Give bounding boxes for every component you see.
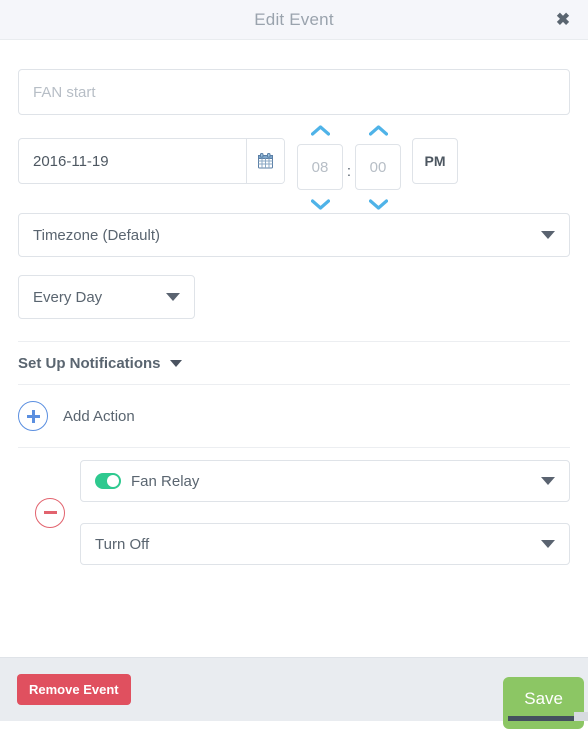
action-fields: Fan Relay Turn Off xyxy=(80,460,570,565)
timezone-select-value: Timezone (Default) xyxy=(33,226,160,244)
timezone-select[interactable]: Timezone (Default) xyxy=(18,213,570,257)
page-title: Edit Event xyxy=(254,9,334,29)
add-action-row[interactable]: Add Action xyxy=(18,385,570,447)
chevron-down-icon xyxy=(541,540,555,548)
save-button[interactable]: Save xyxy=(503,677,584,729)
minute-stepper: 00 xyxy=(355,122,401,212)
timezone-row: Timezone (Default) xyxy=(18,213,570,257)
meridiem-toggle[interactable]: PM xyxy=(412,138,458,184)
hour-down-icon[interactable] xyxy=(297,196,343,212)
hour-up-icon[interactable] xyxy=(297,122,343,138)
event-name-input[interactable] xyxy=(18,69,570,115)
remove-event-button[interactable]: Remove Event xyxy=(17,674,131,705)
hour-stepper: 08 xyxy=(297,122,343,212)
date-input[interactable] xyxy=(19,139,246,183)
repeat-select-value: Every Day xyxy=(33,288,103,306)
modal-footer: Remove Event Save xyxy=(0,657,588,729)
repeat-select[interactable]: Every Day xyxy=(18,275,195,319)
minus-circle-icon[interactable] xyxy=(35,497,65,528)
setup-notifications-toggle[interactable]: Set Up Notifications xyxy=(18,342,570,384)
plus-circle-icon[interactable] xyxy=(18,401,48,431)
modal-header: Edit Event ✖ xyxy=(0,0,588,40)
chevron-down-icon xyxy=(166,293,180,301)
action-command-select[interactable]: Turn Off xyxy=(80,523,570,565)
chevron-down-icon xyxy=(541,231,555,239)
event-name-row xyxy=(18,40,570,115)
calendar-icon[interactable] xyxy=(246,139,284,183)
scrollbar-track[interactable] xyxy=(508,716,574,721)
action-remove-column xyxy=(18,497,80,528)
action-command-label: Turn Off xyxy=(95,535,150,553)
chevron-down-icon xyxy=(541,477,555,485)
action-device-label: Fan Relay xyxy=(131,472,200,490)
repeat-row: Every Day xyxy=(18,275,570,319)
modal-body: 08 : 00 PM Ti xyxy=(0,40,588,565)
minute-down-icon[interactable] xyxy=(355,196,401,212)
minute-input[interactable]: 00 xyxy=(355,144,401,190)
close-icon[interactable]: ✖ xyxy=(552,9,574,31)
minute-up-icon[interactable] xyxy=(355,122,401,138)
action-item: Fan Relay Turn Off xyxy=(18,448,570,565)
action-device-select[interactable]: Fan Relay xyxy=(80,460,570,502)
toggle-on-icon[interactable] xyxy=(95,473,121,489)
time-separator: : xyxy=(346,163,352,180)
add-action-label: Add Action xyxy=(63,407,135,425)
setup-notifications-label: Set Up Notifications xyxy=(18,354,161,372)
hour-input[interactable]: 08 xyxy=(297,144,343,190)
date-time-row: 08 : 00 PM xyxy=(18,124,570,210)
scrollbar-corner xyxy=(574,712,588,721)
date-field-group xyxy=(18,138,285,184)
chevron-down-icon xyxy=(169,359,182,367)
